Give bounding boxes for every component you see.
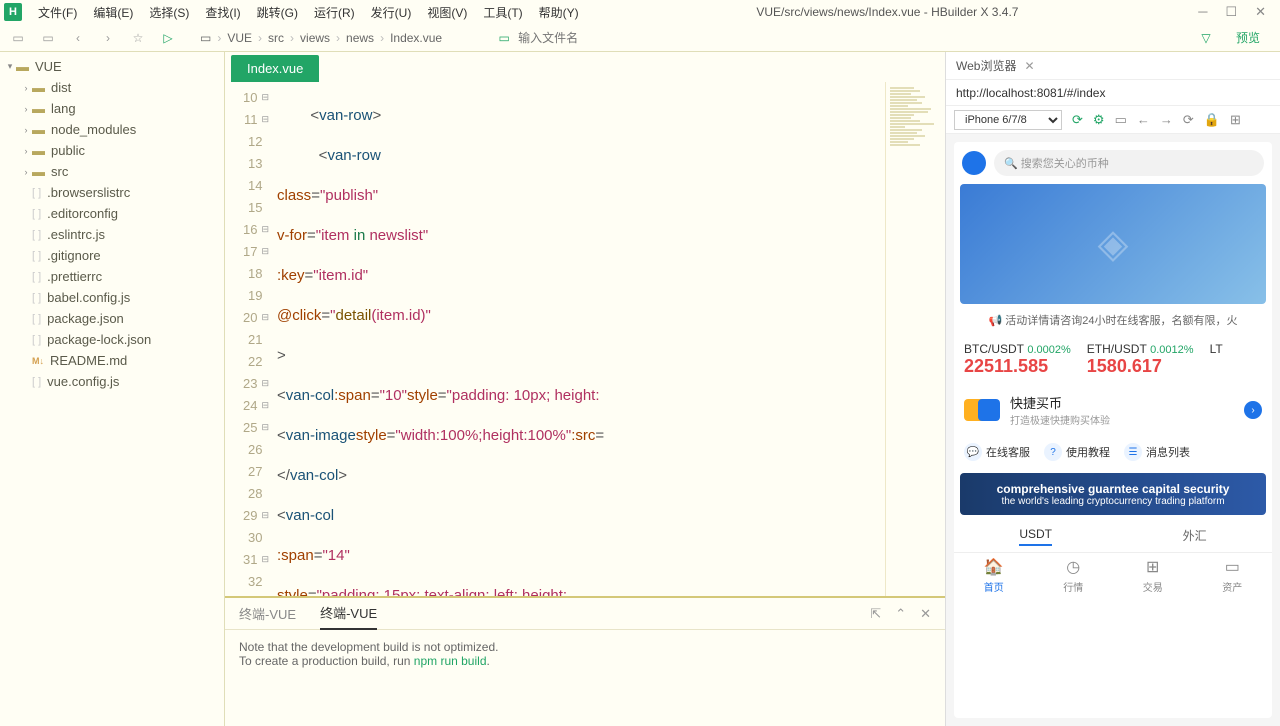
menu-help[interactable]: 帮助(Y) xyxy=(531,2,587,23)
tree-folder[interactable]: ›▬node_modules xyxy=(0,119,224,140)
nav-home[interactable]: 🏠首页 xyxy=(954,557,1034,594)
tree-folder[interactable]: ›▬dist xyxy=(0,77,224,98)
code-area[interactable]: <van-row> <van-row class="publish" v-for… xyxy=(273,82,885,596)
menu-edit[interactable]: 编辑(E) xyxy=(85,2,141,23)
tree-file[interactable]: [ ].gitignore xyxy=(0,245,224,266)
nav-back-icon[interactable]: ← xyxy=(1137,112,1150,127)
minimap[interactable] xyxy=(885,82,945,596)
support-item[interactable]: 💬在线客服 xyxy=(964,443,1030,461)
breadcrumb: ▭ › VUE › src › views › news › Index.vue xyxy=(200,31,442,45)
tree-folder[interactable]: ›▬public xyxy=(0,140,224,161)
terminal-tab[interactable]: 终端-VUE xyxy=(320,597,377,630)
minimize-icon[interactable]: ─ xyxy=(1198,4,1207,20)
nav-market[interactable]: ◷行情 xyxy=(1034,557,1114,594)
breadcrumb-item[interactable]: views xyxy=(300,31,330,45)
external-icon[interactable]: ⊞ xyxy=(1230,112,1241,128)
breadcrumb-item[interactable]: Index.vue xyxy=(390,31,442,45)
menu-goto[interactable]: 跳转(G) xyxy=(249,2,306,23)
subtab-usdt[interactable]: USDT xyxy=(1019,527,1052,546)
maximize-icon[interactable]: ☐ xyxy=(1225,4,1237,20)
menu-tools[interactable]: 工具(T) xyxy=(475,2,530,23)
star-icon[interactable]: ☆ xyxy=(130,31,146,45)
editor: Index.vue 10 ⊟ 11 ⊟ 12 13 14 15 16 ⊟ 17 … xyxy=(225,52,945,596)
phone-preview: 🔍 搜索您关心的币种 ◈ 📢 活动详情请咨询24小时在线客服，名额有限，火 BT… xyxy=(954,142,1272,718)
editor-tab[interactable]: Index.vue xyxy=(231,55,319,82)
menu-find[interactable]: 查找(I) xyxy=(197,2,248,23)
preview-tab-label[interactable]: Web浏览器 xyxy=(956,57,1016,74)
toolbar: ▭ ▭ ‹ › ☆ ▷ ▭ › VUE › src › views › news… xyxy=(0,24,1280,52)
nav-forward-icon[interactable]: → xyxy=(1160,112,1173,127)
breadcrumb-item[interactable]: news xyxy=(346,31,374,45)
terminal-output[interactable]: Note that the development build is not o… xyxy=(225,630,945,726)
subtab-forex[interactable]: 外汇 xyxy=(1183,527,1207,546)
close-icon[interactable]: ✕ xyxy=(1255,4,1266,20)
notice-bar[interactable]: 📢 活动详情请咨询24小时在线客服，名额有限，火 xyxy=(954,304,1272,336)
refresh-icon[interactable]: ⟳ xyxy=(1183,112,1194,128)
search-input[interactable] xyxy=(518,31,638,45)
terminal-export-icon[interactable]: ⇱ xyxy=(870,606,881,622)
support-item[interactable]: ?使用教程 xyxy=(1044,443,1110,461)
breadcrumb-item[interactable]: src xyxy=(268,31,284,45)
terminal-panel: 终端-VUE 终端-VUE ⇱ ⌃ ✕ Note that the develo… xyxy=(225,596,945,726)
ticker-item[interactable]: BTC/USDT 0.0002% 22511.585 xyxy=(964,342,1071,377)
hero-image[interactable]: ◈ xyxy=(960,184,1266,304)
menu-select[interactable]: 选择(S) xyxy=(141,2,197,23)
app-logo: H xyxy=(4,3,22,21)
save-icon[interactable]: ▭ xyxy=(40,31,56,45)
quick-buy-card[interactable]: 快捷买币 打造极速快捷购买体验 › xyxy=(954,383,1272,437)
line-gutter: 10 ⊟ 11 ⊟ 12 13 14 15 16 ⊟ 17 ⊟ 18 19 20… xyxy=(225,82,273,596)
run-icon[interactable]: ▷ xyxy=(160,31,176,45)
breadcrumb-item[interactable]: VUE xyxy=(227,31,252,45)
terminal-collapse-icon[interactable]: ⌃ xyxy=(895,606,906,622)
app-logo-icon[interactable] xyxy=(962,151,986,175)
promo-banner[interactable]: comprehensive guarntee capital security … xyxy=(960,473,1266,515)
tree-file[interactable]: [ ]package.json xyxy=(0,308,224,329)
sync-icon[interactable]: ⟳ xyxy=(1072,112,1083,128)
preview-url[interactable]: http://localhost:8081/#/index xyxy=(946,80,1280,106)
ticker-item[interactable]: ETH/USDT 0.0012% 1580.617 xyxy=(1087,342,1194,377)
terminal-close-icon[interactable]: ✕ xyxy=(920,606,931,622)
new-file-icon[interactable]: ▭ xyxy=(10,31,26,45)
tree-file[interactable]: M↓README.md xyxy=(0,350,224,371)
forward-icon[interactable]: › xyxy=(100,31,116,45)
tree-file[interactable]: [ ].prettierrc xyxy=(0,266,224,287)
tree-folder-vue[interactable]: ▾▬VUE xyxy=(0,56,224,77)
menubar: H 文件(F) 编辑(E) 选择(S) 查找(I) 跳转(G) 运行(R) 发行… xyxy=(0,0,1280,24)
preview-button[interactable]: 预览 xyxy=(1226,25,1270,50)
tree-file[interactable]: [ ].eslintrc.js xyxy=(0,224,224,245)
menu-file[interactable]: 文件(F) xyxy=(30,2,85,23)
tree-file[interactable]: [ ]package-lock.json xyxy=(0,329,224,350)
lock-icon[interactable]: 🔒 xyxy=(1204,112,1220,128)
tree-folder[interactable]: ›▬lang xyxy=(0,98,224,119)
gear-icon[interactable]: ⚙ xyxy=(1093,112,1105,128)
menu-publish[interactable]: 发行(U) xyxy=(363,2,420,23)
nav-trade[interactable]: ⊞交易 xyxy=(1113,557,1193,594)
app-search-input[interactable]: 🔍 搜索您关心的币种 xyxy=(994,150,1264,176)
tree-file[interactable]: [ ].editorconfig xyxy=(0,203,224,224)
tree-file[interactable]: [ ]vue.config.js xyxy=(0,371,224,392)
tree-file[interactable]: [ ]babel.config.js xyxy=(0,287,224,308)
tree-file[interactable]: [ ].browserslistrc xyxy=(0,182,224,203)
nav-assets[interactable]: ▭资产 xyxy=(1193,557,1273,594)
ticker-item[interactable]: LT xyxy=(1210,342,1223,377)
file-tree: ▾▬VUE ›▬dist ›▬lang ›▬node_modules ›▬pub… xyxy=(0,52,225,726)
preview-tab-close-icon[interactable]: ✕ xyxy=(1024,59,1034,73)
window-title: VUE/src/views/news/Index.vue - HBuilder … xyxy=(587,5,1189,19)
back-icon[interactable]: ‹ xyxy=(70,31,86,45)
filter-icon[interactable]: ▽ xyxy=(1198,31,1214,45)
tree-folder[interactable]: ›▬src xyxy=(0,161,224,182)
support-item[interactable]: ☰消息列表 xyxy=(1124,443,1190,461)
folder-icon: ▭ xyxy=(200,31,211,45)
terminal-tab[interactable]: 终端-VUE xyxy=(239,598,296,629)
preview-panel: Web浏览器 ✕ http://localhost:8081/#/index i… xyxy=(945,52,1280,726)
device-select[interactable]: iPhone 6/7/8 xyxy=(954,110,1062,130)
screenshot-icon[interactable]: ▭ xyxy=(1115,112,1127,128)
chevron-right-icon: › xyxy=(1244,401,1262,419)
search-file-icon[interactable]: ▭ xyxy=(496,31,512,45)
menu-view[interactable]: 视图(V) xyxy=(419,2,475,23)
menu-run[interactable]: 运行(R) xyxy=(306,2,363,23)
